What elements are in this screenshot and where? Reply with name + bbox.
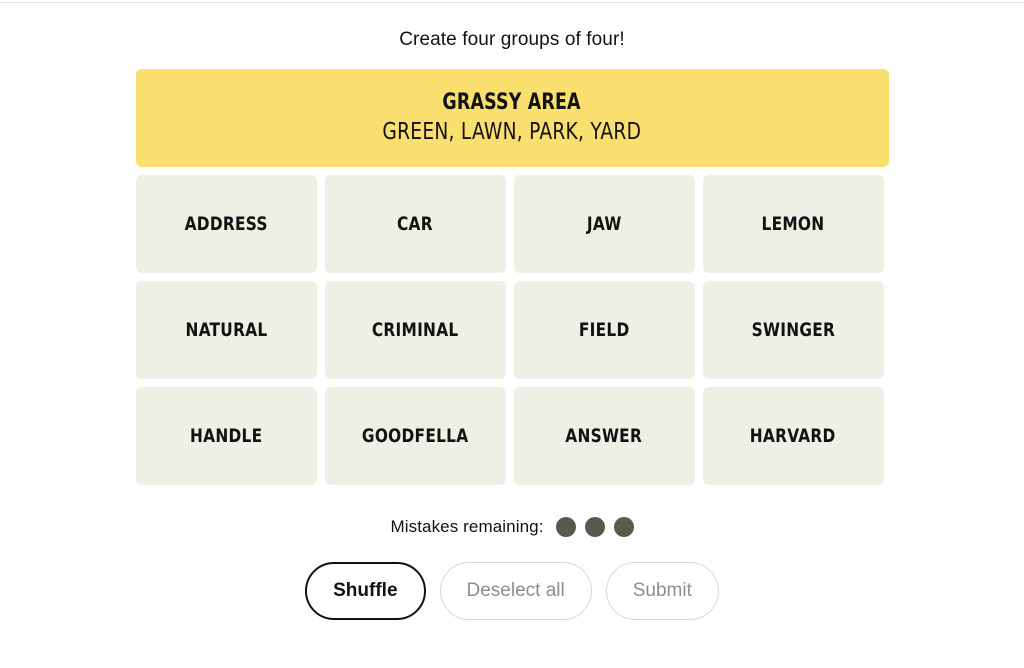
tile-row-2: NATURAL CRIMINAL FIELD SWINGER (135, 281, 889, 379)
mistake-dot-2 (584, 517, 605, 537)
tile-row-3: HANDLE GOODFELLA ANSWER HARVARD (135, 387, 889, 485)
mistakes-label: Mistakes remaining: (390, 517, 544, 536)
tile-label: GOODFELLA (361, 425, 469, 447)
tile-goodfella[interactable]: GOODFELLA (324, 387, 506, 485)
shuffle-button[interactable]: Shuffle (305, 562, 426, 620)
tile-label: LEMON (761, 213, 825, 235)
tile-swinger[interactable]: SWINGER (702, 281, 884, 379)
tile-label: ANSWER (565, 425, 643, 447)
tile-label: FIELD (578, 319, 630, 341)
tile-row-1: ADDRESS CAR JAW LEMON (135, 175, 889, 273)
tile-jaw[interactable]: JAW (513, 175, 695, 273)
tile-label: ADDRESS (184, 213, 268, 235)
solved-group-title: GRASSY AREA (442, 90, 582, 115)
mistakes-remaining: Mistakes remaining: (390, 514, 634, 540)
tile-lemon[interactable]: LEMON (702, 175, 884, 273)
tile-label: SWINGER (751, 319, 835, 341)
submit-button[interactable]: Submit (605, 562, 719, 620)
deselect-all-button[interactable]: Deselect all (439, 562, 592, 620)
instruction-text: Create four groups of four! (399, 29, 625, 50)
tile-label: CRIMINAL (371, 319, 459, 341)
tile-label: CAR (397, 213, 433, 235)
tile-natural[interactable]: NATURAL (135, 281, 317, 379)
tile-label: JAW (586, 213, 622, 235)
tile-harvard[interactable]: HARVARD (702, 387, 884, 485)
action-buttons: Shuffle Deselect all Submit (305, 562, 719, 620)
tile-label: HARVARD (750, 425, 836, 447)
connections-game-page: Create four groups of four! GRASSY AREA … (0, 0, 1024, 668)
tile-label: NATURAL (185, 319, 267, 341)
mistake-dot-3 (613, 517, 634, 537)
mistake-dot-1 (555, 517, 576, 537)
tile-answer[interactable]: ANSWER (513, 387, 695, 485)
solved-group-yellow: GRASSY AREA GREEN, LAWN, PARK, YARD (135, 69, 889, 167)
tile-handle[interactable]: HANDLE (135, 387, 317, 485)
tile-criminal[interactable]: CRIMINAL (324, 281, 506, 379)
solved-group-members: GREEN, LAWN, PARK, YARD (382, 119, 642, 145)
tile-car[interactable]: CAR (324, 175, 506, 273)
tile-field[interactable]: FIELD (513, 281, 695, 379)
puzzle-board: GRASSY AREA GREEN, LAWN, PARK, YARD ADDR… (135, 69, 889, 485)
tile-label: HANDLE (189, 425, 263, 447)
tile-address[interactable]: ADDRESS (135, 175, 317, 273)
